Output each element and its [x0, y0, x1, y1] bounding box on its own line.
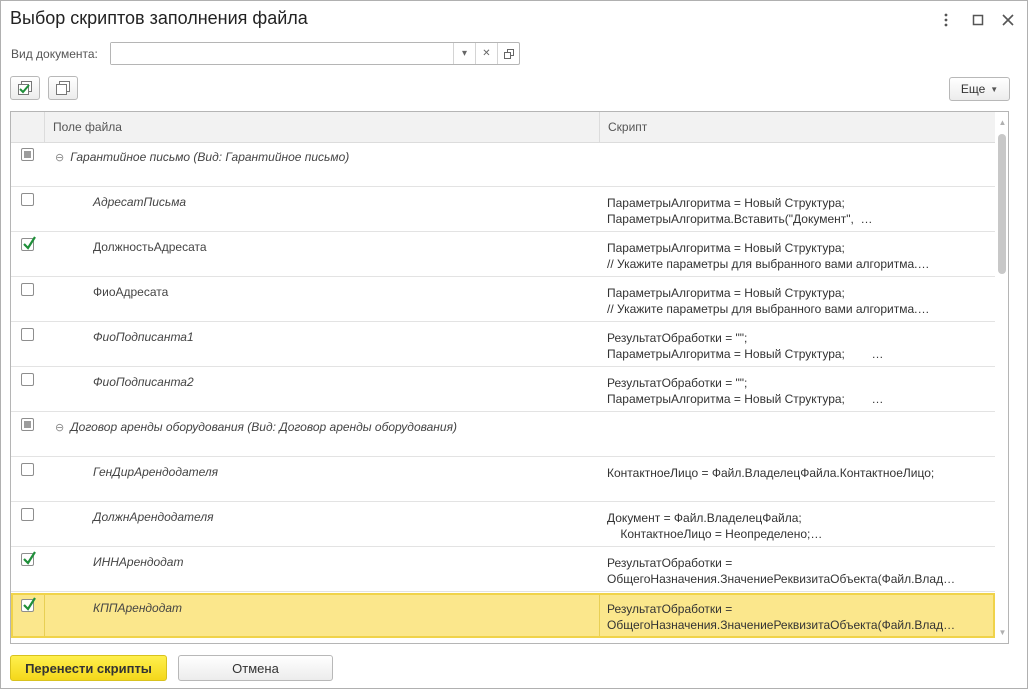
script-text: Документ = Файл.ВладелецФайла; Контактно…: [607, 511, 823, 541]
open-icon[interactable]: [497, 43, 519, 64]
field-name: ДолжностьАдресата: [93, 240, 207, 254]
script-text: РезультатОбработки = ""; ПараметрыАлгорит…: [607, 376, 884, 406]
table-row[interactable]: ФиоПодписанта1 РезультатОбработки = ""; П…: [11, 322, 995, 367]
field-name: ГенДирАрендодателя: [93, 465, 219, 479]
more-button-label: Еще: [960, 82, 986, 96]
check-all-button[interactable]: [10, 76, 40, 100]
cancel-button[interactable]: Отмена: [178, 655, 333, 681]
more-actions-icon[interactable]: [935, 9, 957, 31]
script-text: РезультатОбработки = ОбщегоНазначения.Зна…: [607, 602, 956, 632]
window-title: Выбор скриптов заполнения файла: [10, 8, 308, 28]
table-row[interactable]: ДолжностьАдресата ПараметрыАлгоритма = Н…: [11, 232, 995, 277]
group-checkbox[interactable]: [21, 418, 34, 431]
script-text: ПараметрыАлгоритма = Новый Структура;// …: [607, 241, 930, 271]
group-row[interactable]: ⊖ Гарантийное письмо (Вид: Гарантийное пи…: [11, 142, 995, 187]
row-checkbox[interactable]: [21, 328, 34, 341]
scroll-up-icon[interactable]: ▲: [996, 116, 1008, 129]
clear-icon[interactable]: ✕: [475, 43, 497, 64]
group-checkbox[interactable]: [21, 148, 34, 161]
table-row[interactable]: ГенДирАрендодателя КонтактноеЛицо = Файл…: [11, 457, 995, 502]
table-row[interactable]: ДолжнАрендодателя Документ = Файл.Владел…: [11, 502, 995, 547]
table-row[interactable]: ИННАрендодат РезультатОбработки = ОбщегоН…: [11, 547, 995, 592]
field-name: ИННАрендодат: [93, 555, 184, 569]
script-text: КонтактноеЛицо = Файл.ВладелецФайла.Конт…: [607, 466, 935, 480]
dialog-window: Выбор скриптов заполнения файла Вид доку…: [0, 0, 1028, 689]
script-text: РезультатОбработки = ОбщегоНазначения.Зна…: [607, 556, 956, 586]
more-button[interactable]: Еще ▼: [949, 77, 1010, 101]
script-text: РезультатОбработки = ""; ПараметрыАлгорит…: [607, 331, 884, 361]
group-title: Договор аренды оборудования (Вид: Догово…: [70, 420, 457, 434]
document-type-label: Вид документа:: [11, 47, 98, 61]
scripts-table: Поле файла Скрипт ⊖ Гарантийное письмо (В…: [10, 111, 1009, 644]
table-header: Поле файла Скрипт: [11, 112, 995, 143]
field-name: АдресатПисьма: [93, 195, 187, 209]
field-name: ДолжнАрендодателя: [93, 510, 214, 524]
column-header-field[interactable]: Поле файла: [53, 112, 122, 142]
script-text: ПараметрыАлгоритма = Новый Структура; Пар…: [607, 196, 873, 226]
table-row[interactable]: ФиоАдресата ПараметрыАлгоритма = Новый С…: [11, 277, 995, 322]
field-name: КППАрендодат: [93, 601, 183, 615]
maximize-icon[interactable]: [967, 9, 989, 31]
document-type-input[interactable]: [111, 43, 453, 64]
collapse-icon[interactable]: ⊖: [55, 421, 64, 434]
transfer-scripts-button[interactable]: Перенести скрипты: [10, 655, 167, 681]
scroll-down-icon[interactable]: ▼: [996, 626, 1008, 639]
table-row[interactable]: АдресатПисьма ПараметрыАлгоритма = Новый…: [11, 187, 995, 232]
collapse-icon[interactable]: ⊖: [55, 151, 64, 164]
close-icon[interactable]: [997, 9, 1019, 31]
scrollbar-thumb[interactable]: [998, 134, 1006, 274]
check-all-icon: [18, 81, 32, 95]
table-row[interactable]: ФиоПодписанта2 РезультатОбработки = ""; П…: [11, 367, 995, 412]
document-type-field[interactable]: ▾ ✕: [110, 42, 520, 65]
table-row-selected[interactable]: КППАрендодат РезультатОбработки = ОбщегоН…: [11, 593, 995, 638]
group-row[interactable]: ⊖ Договор аренды оборудования (Вид: Догов…: [11, 412, 995, 457]
field-name: ФиоПодписанта2: [93, 375, 194, 389]
row-checkbox[interactable]: [21, 193, 34, 206]
row-checkbox[interactable]: [21, 597, 36, 612]
chevron-down-icon: ▼: [990, 84, 999, 94]
script-text: ПараметрыАлгоритма = Новый Структура;// …: [607, 286, 930, 316]
row-checkbox[interactable]: [21, 551, 36, 566]
field-name: ФиоПодписанта1: [93, 330, 194, 344]
dropdown-icon[interactable]: ▾: [453, 43, 475, 64]
vertical-scrollbar[interactable]: ▲ ▼: [996, 112, 1008, 643]
group-title: Гарантийное письмо (Вид: Гарантийное пис…: [70, 150, 350, 164]
column-header-script[interactable]: Скрипт: [608, 112, 647, 142]
field-name: ФиоАдресата: [93, 285, 169, 299]
uncheck-all-button[interactable]: [48, 76, 78, 100]
row-checkbox[interactable]: [21, 508, 34, 521]
row-checkbox[interactable]: [21, 236, 36, 251]
row-checkbox[interactable]: [21, 463, 34, 476]
row-checkbox[interactable]: [21, 283, 34, 296]
row-checkbox[interactable]: [21, 373, 34, 386]
uncheck-all-icon: [56, 81, 70, 95]
